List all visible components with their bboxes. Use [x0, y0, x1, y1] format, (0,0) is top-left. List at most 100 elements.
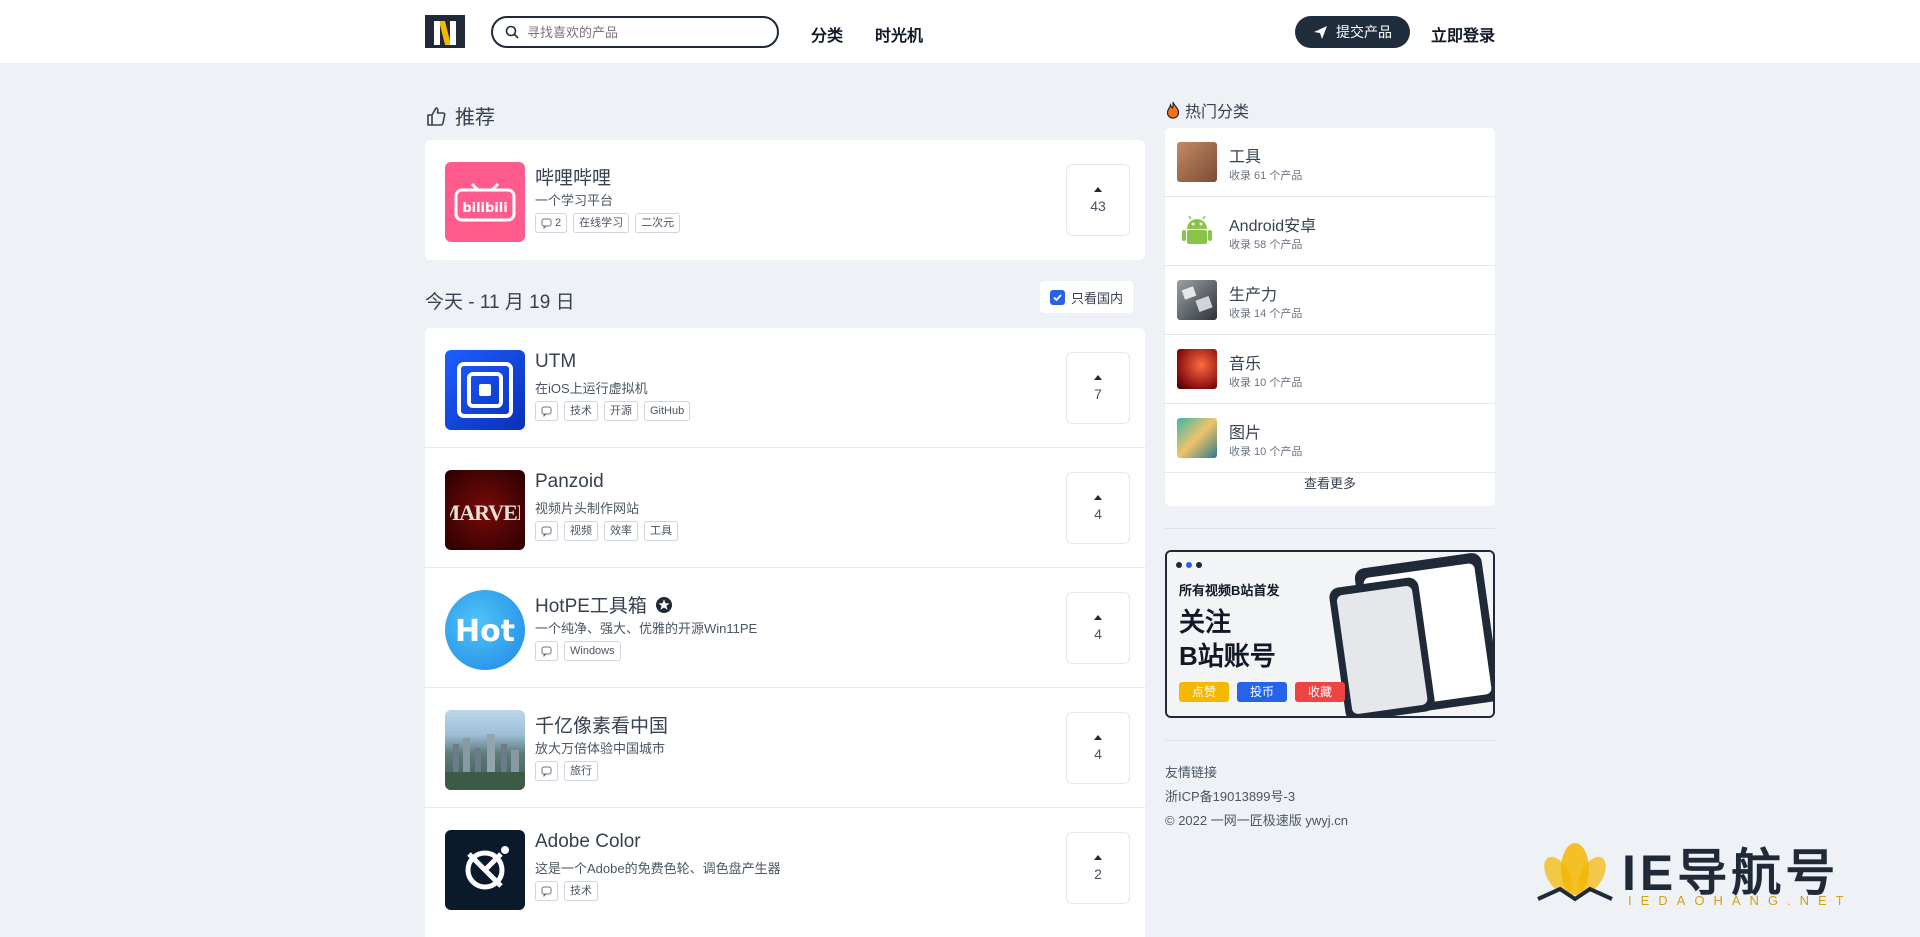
- today-list: UTM 在iOS上运行虚拟机 技术 开源 GitHub 7 MARVEL Pan…: [425, 328, 1145, 937]
- upvote-arrow-icon: [1094, 374, 1102, 380]
- product-tag[interactable]: 视频: [564, 521, 598, 541]
- hot-categories-title: 热门分类: [1165, 98, 1249, 122]
- comment-icon: [541, 218, 552, 229]
- upvote-button[interactable]: 7: [1066, 352, 1130, 424]
- category-item-productivity[interactable]: 生产力 收录 14 个产品: [1165, 266, 1495, 335]
- nav-category[interactable]: 分类: [811, 22, 843, 46]
- upvote-button[interactable]: 4: [1066, 472, 1130, 544]
- comment-icon: [541, 526, 552, 537]
- upvote-arrow-icon: [1094, 494, 1102, 500]
- product-tags: 2 在线学习 二次元: [535, 213, 681, 233]
- search-icon: [505, 25, 519, 39]
- product-desc: 这是一个Adobe的免费色轮、调色盘产生器: [535, 861, 781, 876]
- upvote-button[interactable]: 43: [1066, 164, 1130, 236]
- view-more-link[interactable]: 查看更多: [1165, 473, 1495, 492]
- product-tag[interactable]: 二次元: [635, 213, 681, 233]
- adobe-color-icon: [445, 830, 525, 910]
- tools-thumbnail: [1177, 142, 1217, 182]
- product-desc: 放大万倍体验中国城市: [535, 741, 666, 756]
- product-tag[interactable]: Windows: [564, 641, 621, 661]
- product-desc: 一个纯净、强大、优雅的开源Win11PE: [535, 621, 758, 636]
- comment-count[interactable]: [535, 401, 558, 421]
- music-thumbnail: [1177, 349, 1217, 389]
- product-tag[interactable]: 技术: [564, 881, 598, 901]
- category-item-images[interactable]: 图片 收录 10 个产品: [1165, 404, 1495, 473]
- recommend-card: bilibili 哔哩哔哩 一个学习平台 2 在线学习 二次元 43: [425, 140, 1145, 260]
- product-item[interactable]: 千亿像素看中国 放大万倍体验中国城市 旅行 4: [425, 688, 1145, 808]
- sidebar-divider: [1165, 740, 1495, 741]
- product-tag[interactable]: 技术: [564, 401, 598, 421]
- product-desc: 一个学习平台: [535, 193, 614, 208]
- today-title: 今天 - 11 月 19 日: [425, 292, 575, 313]
- product-name[interactable]: 千亿像素看中国: [535, 711, 668, 738]
- svg-text:Hot: Hot: [455, 614, 515, 649]
- bilibili-icon: bilibili: [445, 162, 525, 242]
- product-tag[interactable]: 开源: [604, 401, 638, 421]
- comment-count[interactable]: [535, 521, 558, 541]
- top-header: 分类 时光机 提交产品 立即登录: [0, 0, 1920, 63]
- bilibili-follow-banner[interactable]: 所有视频B站首发 关注 B站账号 点赞 投币 收藏: [1165, 550, 1495, 718]
- categories-card: 工具 收录 61 个产品 Android安卓 收录 58 个产品 生产力 收录 …: [1165, 128, 1495, 506]
- svg-text:bilibili: bilibili: [462, 201, 507, 216]
- comment-icon: [541, 646, 552, 657]
- android-icon: [1177, 211, 1217, 251]
- copyright: © 2022 一网一匠极速版 ywyj.cn: [1165, 813, 1348, 828]
- search-input[interactable]: [527, 24, 757, 40]
- upvote-arrow-icon: [1094, 854, 1102, 860]
- city-icon: [445, 710, 525, 790]
- upvote-arrow-icon: [1094, 734, 1102, 740]
- icp-record[interactable]: 浙ICP备19013899号-3: [1165, 786, 1295, 805]
- fire-icon: [1166, 101, 1180, 119]
- upvote-button[interactable]: 4: [1066, 592, 1130, 664]
- product-item[interactable]: bilibili 哔哩哔哩 一个学习平台 2 在线学习 二次元 43: [425, 140, 1145, 260]
- product-item[interactable]: MARVEL Panzoid 视频片头制作网站 视频 效率 工具 4: [425, 448, 1145, 568]
- product-desc: 视频片头制作网站: [535, 501, 640, 516]
- upvote-arrow-icon: [1094, 186, 1102, 192]
- domestic-only-toggle[interactable]: 只看国内: [1040, 281, 1133, 313]
- comment-count[interactable]: [535, 881, 558, 901]
- product-tag[interactable]: 旅行: [564, 761, 598, 781]
- comment-count[interactable]: [535, 641, 558, 661]
- product-name[interactable]: Adobe Color: [535, 831, 641, 853]
- category-item-music[interactable]: 音乐 收录 10 个产品: [1165, 335, 1495, 404]
- site-watermark: IE导航号 IEDAOHANG.NET: [1530, 829, 1900, 914]
- comment-count[interactable]: 2: [535, 213, 568, 233]
- nav-time-machine[interactable]: 时光机: [875, 22, 923, 46]
- product-desc: 在iOS上运行虚拟机: [535, 381, 648, 396]
- hot-icon: Hot: [445, 590, 525, 670]
- comment-icon: [541, 886, 552, 897]
- submit-product-button[interactable]: 提交产品: [1295, 16, 1410, 48]
- search-box[interactable]: [491, 16, 779, 48]
- product-tag[interactable]: GitHub: [644, 401, 691, 421]
- product-name[interactable]: UTM: [535, 351, 576, 373]
- send-icon: [1314, 25, 1327, 39]
- upvote-arrow-icon: [1094, 614, 1102, 620]
- product-name[interactable]: 哔哩哔哩: [535, 163, 611, 190]
- product-tags: 技术: [535, 881, 598, 901]
- productivity-thumbnail: [1177, 280, 1217, 320]
- featured-star-icon: [655, 596, 672, 613]
- upvote-button[interactable]: 4: [1066, 712, 1130, 784]
- product-tags: 技术 开源 GitHub: [535, 401, 691, 421]
- site-logo[interactable]: [425, 15, 465, 48]
- checkbox-checked-icon: [1049, 289, 1065, 305]
- login-link[interactable]: 立即登录: [1431, 22, 1495, 46]
- comment-count[interactable]: [535, 761, 558, 781]
- product-tag[interactable]: 在线学习: [573, 213, 630, 233]
- product-name[interactable]: HotPE工具箱: [535, 591, 673, 618]
- product-tag[interactable]: 工具: [644, 521, 678, 541]
- marvel-icon: MARVEL: [445, 470, 525, 550]
- friend-links[interactable]: 友情链接: [1165, 762, 1217, 781]
- upvote-button[interactable]: 2: [1066, 832, 1130, 904]
- category-item-tools[interactable]: 工具 收录 61 个产品: [1165, 128, 1495, 197]
- sidebar-divider: [1165, 528, 1495, 529]
- product-tag[interactable]: 效率: [604, 521, 638, 541]
- product-item[interactable]: UTM 在iOS上运行虚拟机 技术 开源 GitHub 7: [425, 328, 1145, 448]
- thumbs-up-icon: [427, 106, 446, 126]
- product-item[interactable]: Adobe Color 这是一个Adobe的免费色轮、调色盘产生器 技术 2: [425, 808, 1145, 928]
- category-item-android[interactable]: Android安卓 收录 58 个产品: [1165, 197, 1495, 266]
- product-name[interactable]: Panzoid: [535, 471, 604, 493]
- recommend-title: 推荐: [425, 101, 495, 130]
- comment-icon: [541, 766, 552, 777]
- product-item[interactable]: Hot HotPE工具箱 一个纯净、强大、优雅的开源Win11PE Window…: [425, 568, 1145, 688]
